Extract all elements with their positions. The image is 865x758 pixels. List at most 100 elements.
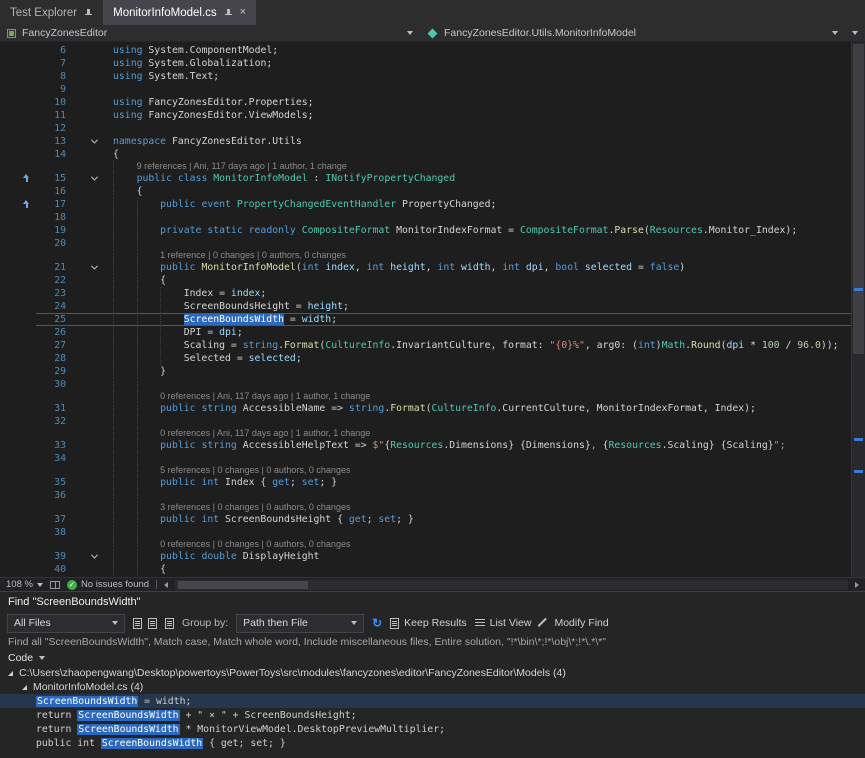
line-number[interactable]: 19	[36, 224, 66, 237]
code-line[interactable]: 24ScreenBoundsHeight = height;	[0, 300, 851, 313]
code-text[interactable]: Scaling = string.Format(CultureInfo.Inva…	[103, 339, 851, 352]
close-icon[interactable]: ×	[240, 7, 246, 18]
codelens-row[interactable]: 0 references | 0 changes | 0 authors, 0 …	[0, 539, 851, 550]
save-results-icon[interactable]	[148, 618, 157, 629]
code-text[interactable]: ScreenBoundsWidth = width;	[103, 313, 851, 326]
expand-arrow-icon[interactable]	[22, 685, 27, 690]
list-view-toggle[interactable]: List View	[475, 617, 532, 629]
group-by-select[interactable]: Path then File	[236, 614, 364, 633]
code-text[interactable]: using System.Text;	[103, 70, 851, 83]
code-text[interactable]: Index = index;	[103, 287, 851, 300]
find-result-line[interactable]: public int ScreenBoundsWidth { get; set;…	[0, 736, 865, 750]
code-text[interactable]: public string AccessibleHelpText => $"{R…	[103, 439, 851, 452]
find-result-group[interactable]: C:\Users\zhaopengwang\Desktop\powertoys\…	[0, 666, 865, 680]
code-text[interactable]: public string AccessibleName => string.F…	[103, 402, 851, 415]
line-number[interactable]: 40	[36, 563, 66, 576]
line-number[interactable]	[36, 539, 66, 550]
inheritance-margin-icon[interactable]	[21, 199, 32, 210]
code-text[interactable]: private static readonly CompositeFormat …	[103, 224, 851, 237]
code-text[interactable]: {	[103, 148, 851, 161]
code-text[interactable]: public int Index { get; set; }	[103, 476, 851, 489]
code-line[interactable]: 22{	[0, 274, 851, 287]
line-number[interactable]: 36	[36, 489, 66, 502]
line-number[interactable]: 11	[36, 109, 66, 122]
code-line[interactable]: 21 public MonitorInfoModel(int index, int…	[0, 261, 851, 274]
line-number[interactable]: 21	[36, 261, 66, 274]
line-number[interactable]: 10	[36, 96, 66, 109]
code-line[interactable]: 29}	[0, 365, 851, 378]
line-number[interactable]: 35	[36, 476, 66, 489]
code-line[interactable]: 39public double DisplayHeight	[0, 550, 851, 563]
code-line[interactable]: 34	[0, 452, 851, 465]
line-number[interactable]: 26	[36, 326, 66, 339]
code-line[interactable]: 6using System.ComponentModel;	[0, 44, 851, 57]
code-filter-dropdown[interactable]: Code	[0, 650, 865, 665]
code-text[interactable]: 0 references | Ani, 117 days ago | 1 aut…	[103, 391, 851, 402]
code-text[interactable]: public MonitorInfoModel(int index, int h…	[103, 261, 851, 274]
line-number[interactable]: 20	[36, 237, 66, 250]
line-number[interactable]: 16	[36, 185, 66, 198]
code-text[interactable]	[103, 452, 851, 465]
code-line[interactable]: 36	[0, 489, 851, 502]
code-text[interactable]: DPI = dpi;	[103, 326, 851, 339]
pin-icon[interactable]	[224, 8, 233, 18]
code-text[interactable]: ScreenBoundsHeight = height;	[103, 300, 851, 313]
code-text[interactable]: public class MonitorInfoModel : INotifyP…	[103, 172, 851, 185]
scope-select[interactable]: All Files	[7, 614, 125, 633]
copy-results-icon[interactable]	[133, 618, 142, 629]
code-text[interactable]: Selected = selected;	[103, 352, 851, 365]
tab-monitorinfomodel[interactable]: MonitorInfoModel.cs ×	[103, 0, 256, 25]
code-line[interactable]: 11 using FancyZonesEditor.ViewModels;	[0, 109, 851, 122]
code-line[interactable]: 19 private static readonly CompositeForma…	[0, 224, 851, 237]
code-line[interactable]: 38	[0, 526, 851, 539]
codelens-row[interactable]: 0 references | Ani, 117 days ago | 1 aut…	[0, 391, 851, 402]
line-number[interactable]: 8	[36, 70, 66, 83]
code-text[interactable]: }	[103, 365, 851, 378]
codelens-link[interactable]: 0 references | Ani, 117 days ago | 1 aut…	[160, 428, 370, 438]
code-text[interactable]	[103, 415, 851, 428]
find-result-line[interactable]: ScreenBoundsWidth = width;	[0, 694, 865, 708]
line-number[interactable]: 37	[36, 513, 66, 526]
code-text[interactable]: {	[103, 185, 851, 198]
refresh-icon[interactable]: ↻	[372, 617, 382, 629]
member-dropdown[interactable]	[845, 25, 865, 41]
code-line[interactable]: 20	[0, 237, 851, 250]
code-text[interactable]: {	[103, 563, 851, 576]
code-line[interactable]: 37public int ScreenBoundsHeight { get; s…	[0, 513, 851, 526]
code-line[interactable]: 18	[0, 211, 851, 224]
code-text[interactable]	[103, 83, 851, 96]
code-text[interactable]	[103, 211, 851, 224]
collapse-arrow-icon[interactable]	[91, 263, 98, 270]
line-number[interactable]: 38	[36, 526, 66, 539]
codelens-row[interactable]: 0 references | Ani, 117 days ago | 1 aut…	[0, 428, 851, 439]
line-number[interactable]: 27	[36, 339, 66, 352]
split-view-icon[interactable]	[50, 581, 60, 589]
line-number[interactable]: 32	[36, 415, 66, 428]
code-text[interactable]: namespace FancyZonesEditor.Utils	[103, 135, 851, 148]
codelens-link[interactable]: 0 references | 0 changes | 0 authors, 0 …	[160, 539, 350, 549]
line-number[interactable]: 7	[36, 57, 66, 70]
expand-arrow-icon[interactable]	[8, 671, 13, 676]
code-line[interactable]: 30	[0, 378, 851, 391]
code-line[interactable]: 15public class MonitorInfoModel : INotif…	[0, 172, 851, 185]
line-number[interactable]: 17	[36, 198, 66, 211]
code-line[interactable]: 35 public int Index { get; set; }	[0, 476, 851, 489]
code-line[interactable]: 17 public event PropertyChangedEventHandl…	[0, 198, 851, 211]
find-result-group[interactable]: MonitorInfoModel.cs (4)	[0, 680, 865, 694]
code-editor[interactable]: 6using System.ComponentModel;7 using Syst…	[0, 42, 865, 577]
pin-icon[interactable]	[84, 8, 93, 18]
codelens-link[interactable]: 3 references | 0 changes | 0 authors, 0 …	[160, 502, 350, 512]
code-text[interactable]: 5 references | 0 changes | 0 authors, 0 …	[103, 465, 851, 476]
keep-results-toggle[interactable]: Keep Results	[390, 617, 466, 629]
line-number[interactable]: 29	[36, 365, 66, 378]
code-line[interactable]: 23 Index = index;	[0, 287, 851, 300]
code-text[interactable]: using FancyZonesEditor.ViewModels;	[103, 109, 851, 122]
line-number[interactable]: 12	[36, 122, 66, 135]
code-text[interactable]: public event PropertyChangedEventHandler…	[103, 198, 851, 211]
code-text[interactable]	[103, 526, 851, 539]
document-health-indicator[interactable]: ✓ No issues found	[67, 579, 149, 590]
line-number[interactable]: 23	[36, 287, 66, 300]
tab-test-explorer[interactable]: Test Explorer	[0, 0, 103, 25]
line-number[interactable]	[36, 428, 66, 439]
codelens-row[interactable]: 1 reference | 0 changes | 0 authors, 0 c…	[0, 250, 851, 261]
